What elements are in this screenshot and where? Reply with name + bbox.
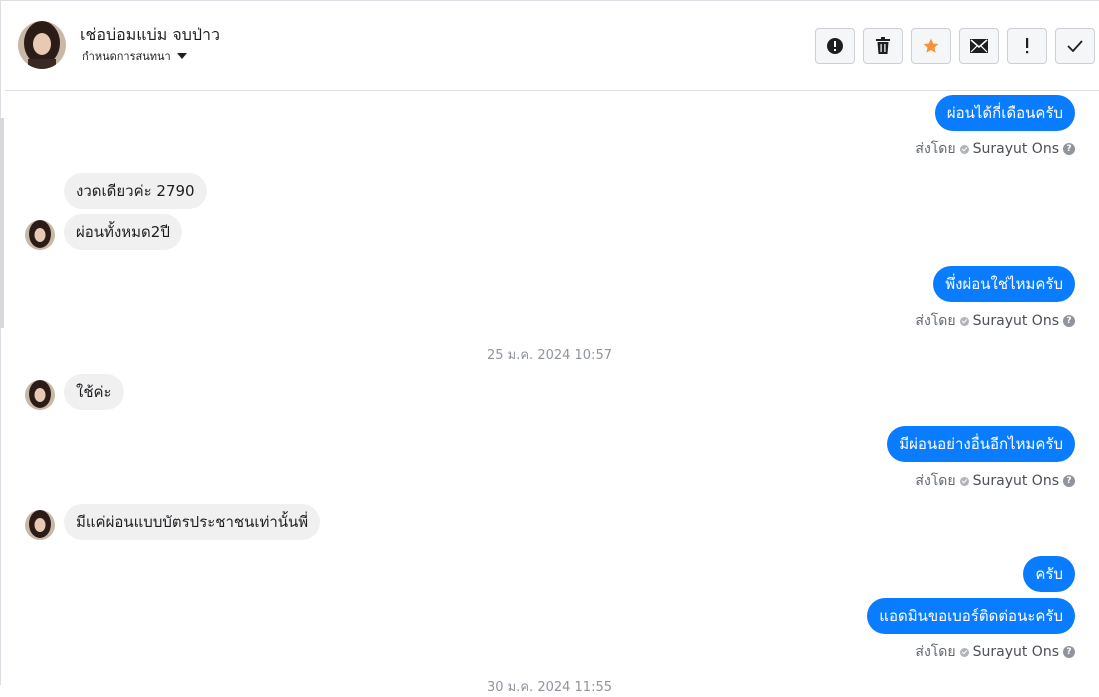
help-icon[interactable]: ? [1063, 315, 1075, 327]
conversation-settings-dropdown[interactable]: กำหนดการสนทนา [82, 47, 187, 65]
agent-name[interactable]: Surayut Ons [973, 141, 1059, 157]
scrollbar[interactable] [0, 118, 4, 328]
contact-name[interactable]: เช่อบ่อมแบ่ม จบป่าว [80, 23, 220, 48]
mark-unread-button[interactable] [959, 28, 999, 64]
help-icon[interactable]: ? [1063, 475, 1075, 487]
sent-by-label: ส่งโดย [915, 313, 956, 329]
contact-avatar-small [25, 220, 55, 250]
agent-name[interactable]: Surayut Ons [973, 644, 1059, 660]
envelope-icon [970, 39, 988, 53]
delete-button[interactable] [863, 28, 903, 64]
sent-by-line: ส่งโดย Surayut Ons ? [915, 470, 1075, 492]
contact-avatar[interactable] [18, 21, 66, 69]
agent-name[interactable]: Surayut Ons [973, 473, 1059, 489]
verified-icon [959, 476, 969, 486]
sent-by-label: ส่งโดย [915, 644, 956, 660]
mark-done-button[interactable] [1055, 28, 1095, 64]
incoming-message[interactable]: มีแค่ผ่อนแบบบัตรประชาชนเท่านั้นพี่ [64, 504, 321, 540]
agent-name[interactable]: Surayut Ons [973, 313, 1059, 329]
star-button[interactable] [911, 28, 951, 64]
help-icon[interactable]: ? [1063, 143, 1075, 155]
caret-down-icon [176, 53, 187, 59]
outgoing-message[interactable]: มีผ่อนอย่างอื่นอีกไหมครับ [887, 426, 1075, 462]
conversation-header: เช่อบ่อมแบ่ม จบป่าว กำหนดการสนทนา [5, 1, 1099, 91]
contact-avatar-small [25, 380, 55, 410]
trash-icon [876, 37, 890, 54]
exclamation-icon [1026, 38, 1029, 54]
alert-circle-icon [827, 38, 843, 54]
mark-spam-button[interactable] [1007, 28, 1047, 64]
verified-icon [959, 144, 969, 154]
incoming-message[interactable]: ผ่อนทั้งหมด2ปี [64, 214, 182, 250]
outgoing-message[interactable]: ผ่อนได้กี่เดือนครับ [934, 95, 1075, 131]
help-icon[interactable]: ? [1063, 646, 1075, 658]
timestamp-divider: 30 ม.ค. 2024 11:55 [486, 680, 613, 695]
verified-icon [959, 647, 969, 657]
outgoing-message[interactable]: พึ่งผ่อนใช่ไหมครับ [933, 266, 1075, 302]
outgoing-message[interactable]: แอดมินขอเบอร์ติดต่อนะครับ [867, 598, 1075, 634]
incoming-message[interactable]: งวดเดียวค่ะ 2790 [64, 173, 207, 209]
star-icon [923, 38, 939, 53]
sent-by-line: ส่งโดย Surayut Ons ? [915, 310, 1075, 332]
sent-by-line: ส่งโดย Surayut Ons ? [915, 641, 1075, 663]
incoming-message[interactable]: ใช้ค่ะ [64, 374, 124, 410]
contact-avatar-small [25, 510, 55, 540]
sent-by-label: ส่งโดย [915, 141, 956, 157]
sent-by-label: ส่งโดย [915, 473, 956, 489]
alert-button[interactable] [815, 28, 855, 64]
conversation-panel [0, 0, 1099, 685]
check-icon [1067, 40, 1083, 52]
conversation-settings-label: กำหนดการสนทนา [82, 50, 171, 63]
outgoing-message[interactable]: ครับ [1023, 556, 1075, 592]
timestamp-divider: 25 ม.ค. 2024 10:57 [486, 348, 613, 363]
verified-icon [959, 316, 969, 326]
header-toolbar [815, 28, 1095, 64]
sent-by-line: ส่งโดย Surayut Ons ? [915, 138, 1075, 160]
